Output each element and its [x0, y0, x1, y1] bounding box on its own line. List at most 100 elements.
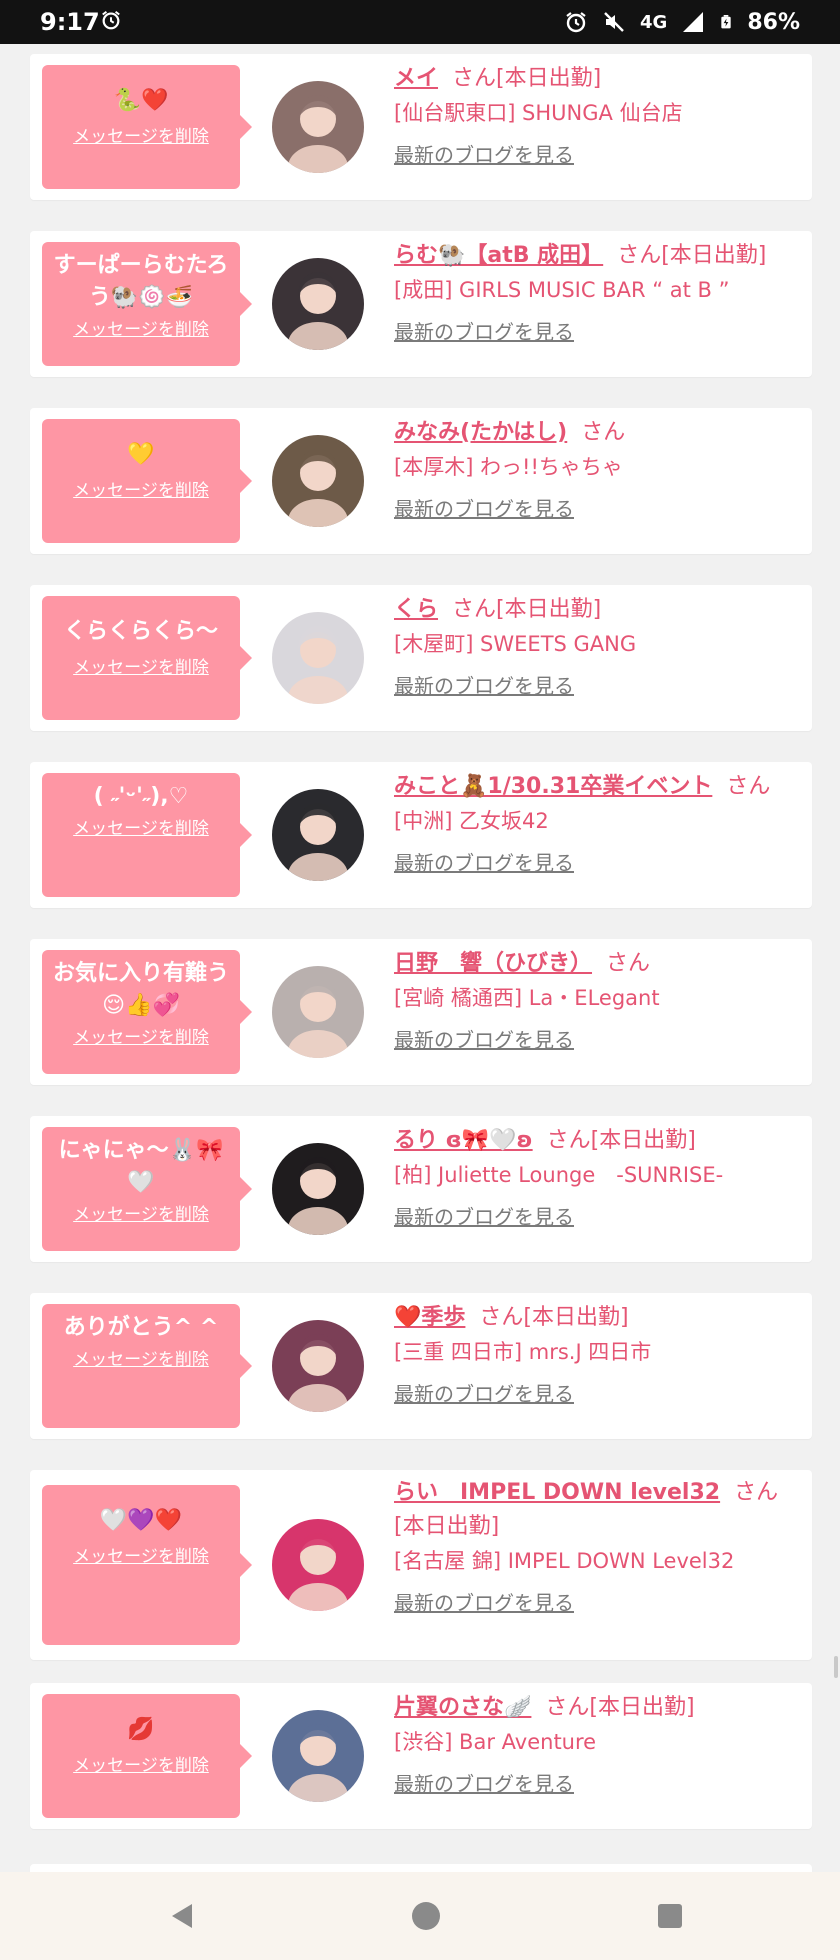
delete-message-link[interactable]: メッセージを削除 — [42, 1026, 240, 1050]
list-item: 🤍💜❤️ メッセージを削除 らい IMPEL DOWN level32 さん[本日出… — [30, 1470, 812, 1660]
delete-message-link[interactable]: メッセージを削除 — [42, 1203, 240, 1227]
latest-blog-link[interactable]: 最新のブログを見る — [394, 317, 574, 347]
message-text: ありがとう^ ^ — [63, 1315, 219, 1340]
recents-icon[interactable] — [654, 1900, 686, 1932]
member-suffix: さん[本日出勤] — [617, 243, 767, 268]
list-item: 🐍❤️ メッセージを削除 メイ さん[本日出勤] [仙台駅東口] SHUNGA 仙台店… — [30, 54, 812, 200]
name-line: るり ɞ🎀🤍ʚ さん[本日出勤] — [394, 1124, 800, 1158]
message-text: 🤍💜❤️ — [99, 1508, 183, 1533]
scrollbar[interactable] — [834, 1656, 838, 1678]
member-suffix: さん[本日出勤] — [545, 1695, 695, 1720]
latest-blog-link[interactable]: 最新のブログを見る — [394, 1769, 574, 1799]
navigation-bar — [0, 1872, 840, 1960]
member-name-link[interactable]: 日野 響（ひびき） — [394, 951, 592, 976]
delete-message-link[interactable]: メッセージを削除 — [42, 1545, 240, 1569]
list-item: ありがとう^ ^ メッセージを削除 ❤️季歩 さん[本日出勤] [三重 四日市] mr… — [30, 1293, 812, 1439]
battery-percent: 86% — [747, 9, 800, 35]
member-name-link[interactable]: みなみ(たかはし) — [394, 420, 567, 445]
delete-message-link[interactable]: メッセージを削除 — [42, 817, 240, 841]
status-time: 9:17 — [40, 8, 100, 36]
latest-blog-link[interactable]: 最新のブログを見る — [394, 1379, 574, 1409]
list-item: くらくらくら〜 メッセージを削除 くら さん[本日出勤] [木屋町] SWEETS G… — [30, 585, 812, 731]
member-name-link[interactable]: らむ🐏【atB 成田】 — [394, 243, 603, 268]
network-type: 4G — [640, 11, 668, 33]
avatar[interactable] — [272, 1320, 364, 1412]
message-bubble: すーぱーらむたろう🐏🍥🍜 メッセージを削除 — [42, 242, 252, 366]
message-bubble: 💋 メッセージを削除 — [42, 1694, 252, 1818]
delete-message-link[interactable]: メッセージを削除 — [42, 1348, 240, 1372]
member-name-link[interactable]: らい IMPEL DOWN level32 — [394, 1480, 720, 1505]
delete-message-link[interactable]: メッセージを削除 — [42, 656, 240, 680]
name-line: 片翼のさな🪽 さん[本日出勤] — [394, 1691, 800, 1725]
back-icon[interactable] — [166, 1900, 198, 1932]
member-info: メイ さん[本日出勤] [仙台駅東口] SHUNGA 仙台店 最新のブログを見る — [394, 62, 800, 170]
member-info: 片翼のさな🪽 さん[本日出勤] [渋谷] Bar Aventure 最新のブログを見る — [394, 1691, 800, 1799]
shop-name: [柏] Juliette Lounge -SUNRISE- — [394, 1163, 724, 1187]
avatar[interactable] — [272, 1519, 364, 1611]
message-text: ( ˶'ᵕ'˶),♡ — [93, 784, 189, 809]
home-icon[interactable] — [410, 1900, 442, 1932]
name-line: みなみ(たかはし) さん — [394, 416, 800, 450]
latest-blog-link[interactable]: 最新のブログを見る — [394, 494, 574, 524]
member-suffix: さん[本日出勤] — [452, 66, 602, 91]
member-suffix: さん[本日出勤] — [479, 1305, 629, 1330]
member-suffix: さん[本日出勤] — [452, 597, 602, 622]
name-line: 日野 響（ひびき） さん — [394, 947, 800, 981]
message-text: お気に入り有難う😌👍💞 — [52, 961, 229, 1018]
profile-photo — [288, 803, 348, 881]
member-name-link[interactable]: 片翼のさな🪽 — [394, 1695, 531, 1720]
latest-blog-link[interactable]: 最新のブログを見る — [394, 848, 574, 878]
member-suffix: さん — [581, 420, 626, 445]
message-text: 💋 — [127, 1717, 155, 1742]
list-item: お気に入り有難う😌👍💞 メッセージを削除 日野 響（ひびき） さん [宮崎 橘通西] … — [30, 939, 812, 1085]
delete-message-link[interactable]: メッセージを削除 — [42, 318, 240, 342]
avatar[interactable] — [272, 789, 364, 881]
member-suffix: さん — [726, 774, 771, 799]
member-name-link[interactable]: みこと🧸1/30.31卒業イベント — [394, 774, 712, 799]
latest-blog-link[interactable]: 最新のブログを見る — [394, 1588, 574, 1618]
name-line: みこと🧸1/30.31卒業イベント さん — [394, 770, 800, 804]
message-bubble: くらくらくら〜 メッセージを削除 — [42, 596, 252, 720]
member-info: らい IMPEL DOWN level32 さん[本日出勤] [名古屋 錦] IMP… — [394, 1476, 800, 1618]
member-name-link[interactable]: るり ɞ🎀🤍ʚ — [394, 1128, 533, 1153]
avatar[interactable] — [272, 1710, 364, 1802]
member-name-link[interactable]: くら — [394, 597, 438, 622]
shop-name: [本厚木] わっ!!ちゃちゃ — [394, 455, 623, 479]
latest-blog-link[interactable]: 最新のブログを見る — [394, 671, 574, 701]
delete-message-link[interactable]: メッセージを削除 — [42, 1754, 240, 1778]
name-line: らい IMPEL DOWN level32 さん[本日出勤] — [394, 1476, 800, 1544]
member-info: るり ɞ🎀🤍ʚ さん[本日出勤] [柏] Juliette Lounge -SUNR… — [394, 1124, 800, 1232]
member-info: らむ🐏【atB 成田】 さん[本日出勤] [成田] GIRLS MUSIC BAR … — [394, 239, 800, 347]
latest-blog-link[interactable]: 最新のブログを見る — [394, 1202, 574, 1232]
message-bubble: 🐍❤️ メッセージを削除 — [42, 65, 252, 189]
latest-blog-link[interactable]: 最新のブログを見る — [394, 1025, 574, 1055]
avatar[interactable] — [272, 966, 364, 1058]
message-bubble: お気に入り有難う😌👍💞 メッセージを削除 — [42, 950, 252, 1074]
shop-name: [中洲] 乙女坂42 — [394, 809, 549, 833]
message-bubble: 💛 メッセージを削除 — [42, 419, 252, 543]
avatar[interactable] — [272, 81, 364, 173]
list-item: 💛 メッセージを削除 みなみ(たかはし) さん [本厚木] わっ!!ちゃちゃ最新のブロ… — [30, 408, 812, 554]
avatar[interactable] — [272, 435, 364, 527]
message-bubble: ( ˶'ᵕ'˶),♡ メッセージを削除 — [42, 773, 252, 897]
list-item: 💋 メッセージを削除 片翼のさな🪽 さん[本日出勤] [渋谷] Bar Aventur… — [30, 1683, 812, 1829]
member-name-link[interactable]: ❤️季歩 — [394, 1305, 465, 1330]
shop-name: [宮崎 橘通西] La・ELegant — [394, 986, 660, 1010]
profile-photo — [288, 272, 348, 350]
profile-photo — [288, 449, 348, 527]
avatar[interactable] — [272, 1143, 364, 1235]
delete-message-link[interactable]: メッセージを削除 — [42, 479, 240, 503]
name-line: メイ さん[本日出勤] — [394, 62, 800, 96]
shop-name: [名古屋 錦] IMPEL DOWN Level32 — [394, 1549, 735, 1573]
member-suffix: さん — [606, 951, 651, 976]
shop-name: [木屋町] SWEETS GANG — [394, 632, 637, 656]
avatar[interactable] — [272, 612, 364, 704]
message-text: にゃにゃ〜🐰🎀🤍 — [58, 1138, 224, 1195]
profile-photo — [288, 1157, 348, 1235]
member-name-link[interactable]: メイ — [394, 66, 438, 91]
message-bubble: 🤍💜❤️ メッセージを削除 — [42, 1485, 252, 1645]
delete-message-link[interactable]: メッセージを削除 — [42, 125, 240, 149]
avatar[interactable] — [272, 258, 364, 350]
message-text: 🐍❤️ — [113, 88, 169, 113]
latest-blog-link[interactable]: 最新のブログを見る — [394, 140, 574, 170]
